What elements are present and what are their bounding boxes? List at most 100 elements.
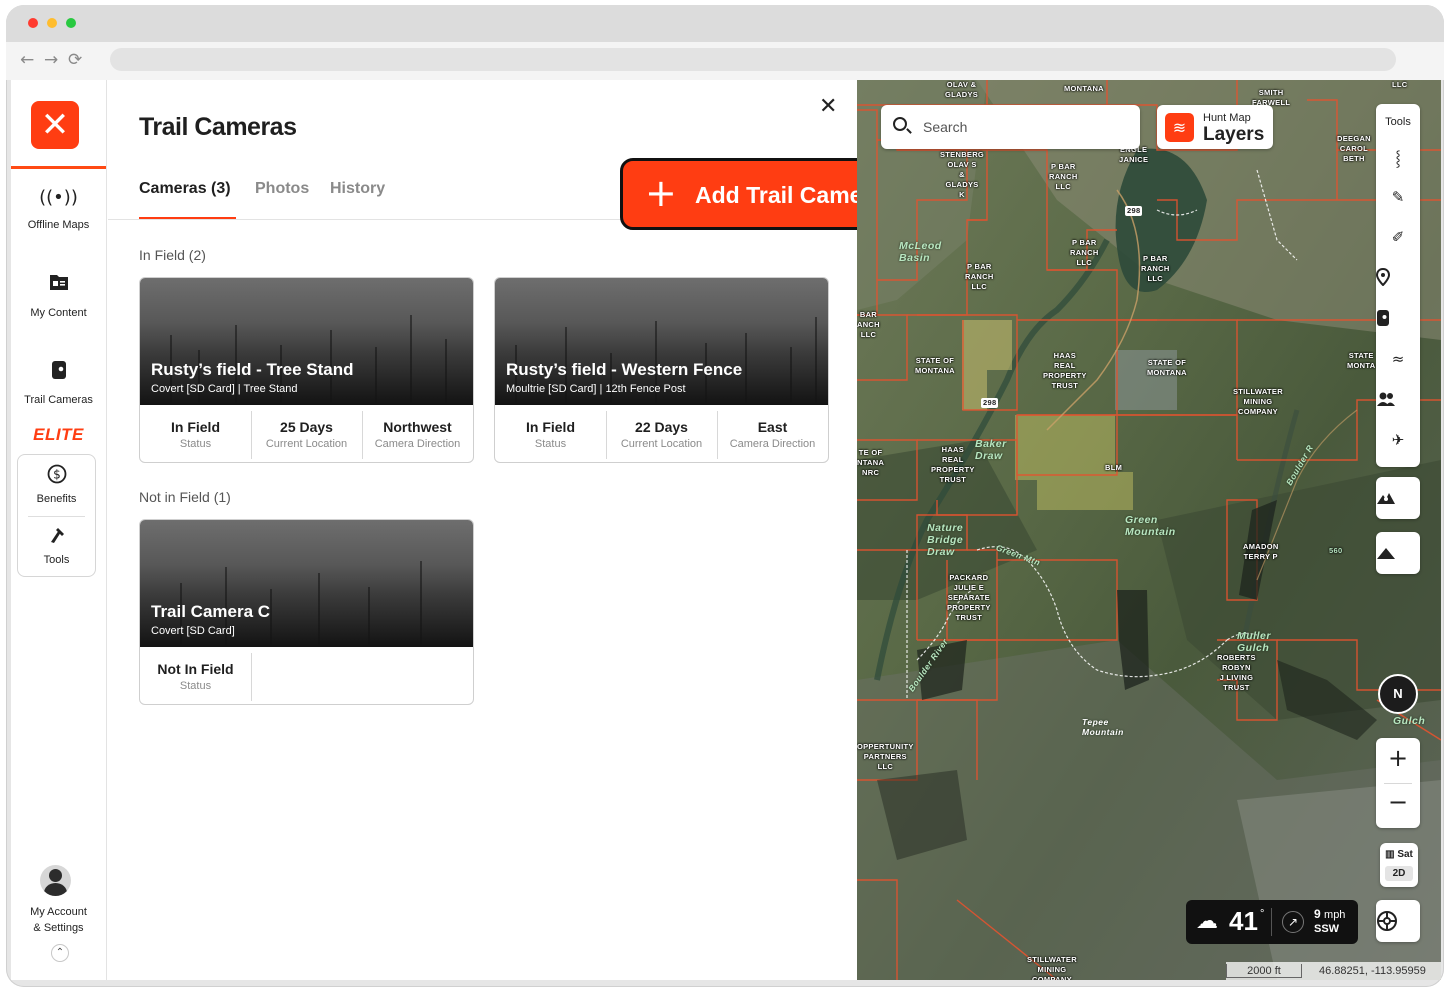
stat-location: 25 Days Current Location — [251, 405, 362, 462]
wind-icon[interactable]: ≈ — [1376, 350, 1420, 368]
stat-direction: East Camera Direction — [717, 405, 828, 462]
sidebar-item-my-content[interactable]: My Content — [11, 273, 106, 319]
stat-value: 25 Days — [280, 419, 333, 435]
camera-subtitle: Covert [SD Card] — [151, 625, 235, 637]
search-input[interactable]: Search — [923, 119, 967, 135]
pencil-icon[interactable]: ✎ — [1376, 188, 1420, 206]
stat-value: Northwest — [383, 419, 452, 435]
forward-arrow-icon[interactable]: → — [44, 50, 58, 70]
account-label-line2: & Settings — [33, 922, 84, 934]
tools-title: Tools — [1385, 116, 1411, 128]
search-icon — [893, 117, 907, 131]
browser-nav-bar: ← → ⟳ — [6, 42, 1444, 80]
section-label-in-field: In Field (2) — [139, 247, 206, 263]
degree-symbol: ° — [1260, 908, 1265, 920]
stat-label: Status — [534, 438, 567, 450]
camera-stats: Not In Field Status — [140, 647, 473, 704]
camera-title: Rusty’s field - Western Fence — [506, 360, 743, 379]
stat-status: In Field Status — [495, 405, 606, 462]
offline-maps-icon: ((•)) — [39, 187, 78, 208]
sidebar-item-benefits[interactable]: $ Benefits — [17, 464, 96, 505]
scale-label: 2000 ft — [1226, 964, 1302, 978]
mountain-icon[interactable] — [1376, 532, 1420, 574]
temperature: 41 — [1229, 906, 1258, 936]
my-content-icon — [11, 273, 106, 299]
scale-bar: 2000 ft 46.88251, -113.95959 — [1226, 962, 1441, 980]
stat-label: Camera Direction — [374, 438, 461, 450]
stat-status: Not In Field Status — [140, 647, 251, 704]
logo-area: ✕ — [11, 80, 106, 169]
tab-cameras[interactable]: Cameras (3) — [139, 180, 231, 198]
zoom-out-button[interactable]: − — [1376, 788, 1420, 816]
stat-label: Camera Direction — [729, 438, 816, 450]
stat-label: Status — [179, 680, 212, 692]
minimize-window-dot[interactable] — [47, 18, 57, 28]
sidebar-item-offline-maps[interactable]: ((•)) Offline Maps — [11, 185, 106, 231]
address-bar[interactable] — [110, 48, 1396, 71]
camera-card[interactable]: Rusty’s field - Western Fence Moultrie [… — [494, 277, 829, 463]
tab-photos[interactable]: Photos — [255, 180, 309, 198]
reload-icon[interactable]: ⟳ — [68, 50, 82, 70]
avatar[interactable] — [40, 865, 71, 896]
stat-label: Current Location — [620, 438, 703, 450]
chevron-up-icon[interactable]: ⌃ — [51, 944, 69, 962]
stat-value: In Field — [171, 419, 220, 435]
camera-card[interactable]: Rusty’s field - Tree Stand Covert [SD Ca… — [139, 277, 474, 463]
plus-icon: + — [645, 171, 677, 215]
section-label-not-in-field: Not in Field (1) — [139, 489, 231, 505]
sat-label: ▥ Sat — [1385, 849, 1413, 860]
browser-window: ← → ⟳ ✕ ((•)) Offline Maps My Content Tr… — [6, 5, 1444, 987]
stat-label: Current Location — [265, 438, 348, 450]
satellite-icon[interactable]: ✈ — [1376, 431, 1420, 449]
map-search[interactable]: Search — [881, 105, 1140, 149]
locate-me-button[interactable] — [1376, 900, 1420, 942]
hunt-map-layers-button[interactable]: ≋ Hunt Map Layers — [1157, 105, 1273, 149]
sidebar-item-label: Benefits — [36, 493, 77, 505]
draw-shape-icon[interactable]: ✐ — [1376, 228, 1420, 246]
add-trail-camera-label: Add Trail Camera — [695, 182, 885, 208]
camera-title: Rusty’s field - Tree Stand — [151, 360, 354, 379]
wind-speed: 9 mph — [1314, 907, 1346, 921]
account-label-line1: My Account — [30, 906, 87, 918]
elite-menu: $ Benefits Tools — [17, 454, 96, 577]
stat-value: East — [757, 419, 788, 435]
close-icon[interactable]: ✕ — [819, 94, 837, 119]
camera-title: Trail Camera C — [151, 602, 271, 621]
sidebar-item-label: Tools — [43, 554, 70, 566]
wind-direction-icon: ↗ — [1282, 911, 1304, 933]
stat-value: Not In Field — [157, 661, 234, 677]
terrain-3d-button[interactable] — [1376, 477, 1420, 519]
camera-subtitle: Moultrie [SD Card] | 12th Fence Post — [506, 383, 686, 395]
stat-label: Status — [179, 438, 212, 450]
maximize-window-dot[interactable] — [66, 18, 76, 28]
camera-stats: In Field Status 22 Days Current Location… — [495, 405, 828, 462]
trail-cameras-panel: Trail Cameras ✕ Cameras (3) Photos Histo… — [108, 80, 916, 980]
zoom-in-button[interactable]: + — [1376, 744, 1420, 772]
map-view[interactable]: OLAV & GLADYS MONTANA SMITH FARWELL LLC DE… — [857, 80, 1441, 980]
close-window-dot[interactable] — [28, 18, 38, 28]
app: ✕ ((•)) Offline Maps My Content Trail Ca… — [11, 80, 1441, 980]
account-settings-link[interactable]: My Account & Settings — [11, 904, 106, 936]
layers-small-label: Hunt Map — [1203, 112, 1251, 124]
back-arrow-icon[interactable]: ← — [20, 50, 34, 70]
tab-history[interactable]: History — [330, 180, 385, 198]
sidebar-item-tools[interactable]: Tools — [17, 525, 96, 566]
tools-icon — [17, 525, 96, 551]
wind-direction: SSW — [1314, 923, 1340, 935]
map-tools-panel: Tools ⸾ ✎ ✐ ≈ ✈ — [1376, 104, 1420, 467]
svg-text:$: $ — [53, 468, 61, 482]
sidebar-item-label: My Content — [30, 307, 87, 319]
sidebar: ✕ ((•)) Offline Maps My Content Trail Ca… — [11, 80, 107, 980]
camera-subtitle: Covert [SD Card] | Tree Stand — [151, 383, 298, 395]
compass[interactable]: N — [1378, 674, 1418, 714]
camera-stats: In Field Status 25 Days Current Location… — [140, 405, 473, 462]
camera-card[interactable]: Trail Camera C Covert [SD Card] Not In F… — [139, 519, 474, 705]
coordinates-readout: 46.88251, -113.95959 — [1319, 965, 1426, 977]
basemap-toggle[interactable]: ▥ Sat 2D — [1380, 843, 1418, 887]
sidebar-item-trail-cameras[interactable]: Trail Cameras — [11, 360, 106, 406]
dollar-icon: $ — [17, 464, 96, 490]
weather-widget[interactable]: ☁ 41 ° ↗ 9 mph SSW — [1186, 900, 1358, 944]
onx-logo[interactable]: ✕ — [31, 101, 79, 149]
route-icon[interactable]: ⸾ — [1376, 148, 1420, 168]
2d-label[interactable]: 2D — [1385, 866, 1413, 881]
